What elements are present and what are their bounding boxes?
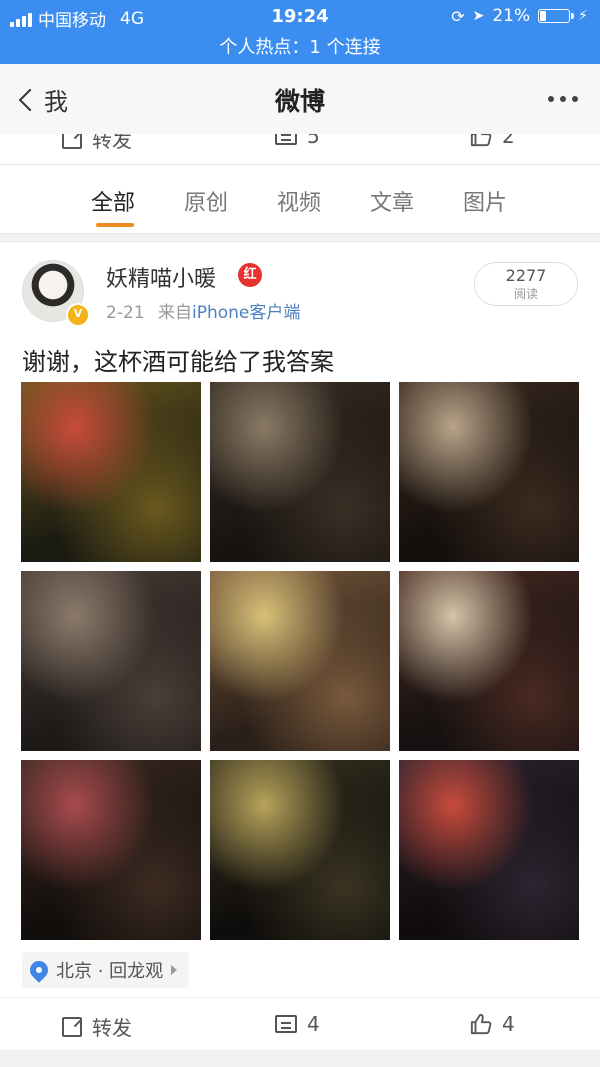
prev-share-label: 转发	[92, 134, 132, 152]
read-count-badge: 2277 阅读	[474, 262, 578, 306]
like-button[interactable]: 4	[470, 1012, 515, 1036]
prev-comment-button[interactable]: 5	[275, 134, 320, 148]
source-prefix: 来自	[158, 303, 192, 323]
tab-pictures[interactable]: 图片	[463, 185, 507, 217]
photo-wine-glass-table[interactable]	[210, 571, 390, 751]
share-icon	[62, 1016, 82, 1037]
thumbs-up-icon	[470, 134, 492, 147]
page-title: 微博	[274, 87, 325, 116]
filter-tabs: 全部 原创 视频 文章 图片	[0, 165, 600, 234]
location-pin-icon	[26, 957, 52, 983]
comment-icon	[275, 1015, 297, 1033]
location-tag[interactable]: 北京 · 回龙观	[22, 952, 190, 988]
prev-like-button[interactable]: 2	[470, 134, 515, 148]
post-date: 2-21	[106, 303, 145, 323]
share-button[interactable]: 转发	[62, 1012, 132, 1041]
read-count: 2277	[505, 266, 547, 285]
more-button[interactable]	[548, 96, 578, 102]
photo-cocktail-glass[interactable]	[21, 760, 201, 940]
username[interactable]: 妖精喵小暖	[106, 261, 216, 293]
active-tab-indicator	[96, 223, 134, 227]
photo-fridge-wall[interactable]	[399, 760, 579, 940]
photo-bar-interior-neon[interactable]	[21, 382, 201, 562]
photo-bar-lounge-windows[interactable]	[399, 382, 579, 562]
comment-count: 4	[307, 1012, 320, 1036]
feed-divider	[0, 1050, 600, 1067]
prev-like-count: 2	[502, 134, 515, 148]
post-actions: 转发 4 4	[0, 997, 600, 1050]
verified-badge-icon: V	[66, 303, 90, 327]
photo-wine-rack[interactable]	[399, 571, 579, 751]
tab-all[interactable]: 全部	[91, 185, 135, 217]
more-dot-icon	[572, 96, 578, 102]
nav-bar: 我 微博	[0, 64, 600, 135]
prev-comment-count: 5	[307, 134, 320, 148]
more-dot-icon	[548, 96, 554, 102]
rotation-lock-icon: ⟳	[451, 6, 465, 26]
tab-article[interactable]: 文章	[370, 185, 414, 217]
post-source[interactable]: iPhone客户端	[192, 303, 300, 323]
tab-video[interactable]: 视频	[277, 185, 321, 217]
location-label: 北京 · 回龙观	[56, 961, 164, 982]
more-dot-icon	[560, 96, 566, 102]
post-meta: 2-21 来自iPhone客户端	[106, 298, 300, 323]
prev-share-button[interactable]: 转发	[62, 134, 132, 153]
tab-original[interactable]: 原创	[184, 185, 228, 217]
photo-bar-counter[interactable]	[210, 760, 390, 940]
battery-percent: 21%	[492, 6, 531, 26]
charging-icon: ⚡	[578, 8, 588, 24]
share-label: 转发	[92, 1016, 132, 1040]
comment-button[interactable]: 4	[275, 1012, 320, 1036]
photo-bar-lounge-tv[interactable]	[210, 382, 390, 562]
like-count: 4	[502, 1012, 515, 1036]
comment-icon	[275, 134, 297, 145]
chevron-right-icon	[171, 965, 178, 975]
post-text: 谢谢，这杯酒可能给了我答案	[22, 348, 334, 376]
status-bar: 中国移动 4G 19:24 ⟳ ➤ 21% ⚡ 个人热点：1 个连接	[0, 0, 600, 64]
share-icon	[62, 134, 82, 149]
member-badge-icon[interactable]: 红	[238, 263, 262, 287]
photo-staircase[interactable]	[21, 571, 201, 751]
battery-icon	[538, 9, 575, 23]
post-card[interactable]: V 妖精喵小暖 红 2-21 来自iPhone客户端 2277 阅读 谢谢，这杯…	[0, 241, 600, 1051]
location-arrow-icon: ➤	[472, 8, 485, 24]
hotspot-banner[interactable]: 个人热点：1 个连接	[0, 33, 600, 59]
photo-grid	[21, 382, 579, 940]
read-label: 阅读	[513, 287, 538, 301]
thumbs-up-icon	[470, 1013, 492, 1035]
previous-post-actions: 转发 5 2	[0, 134, 600, 165]
